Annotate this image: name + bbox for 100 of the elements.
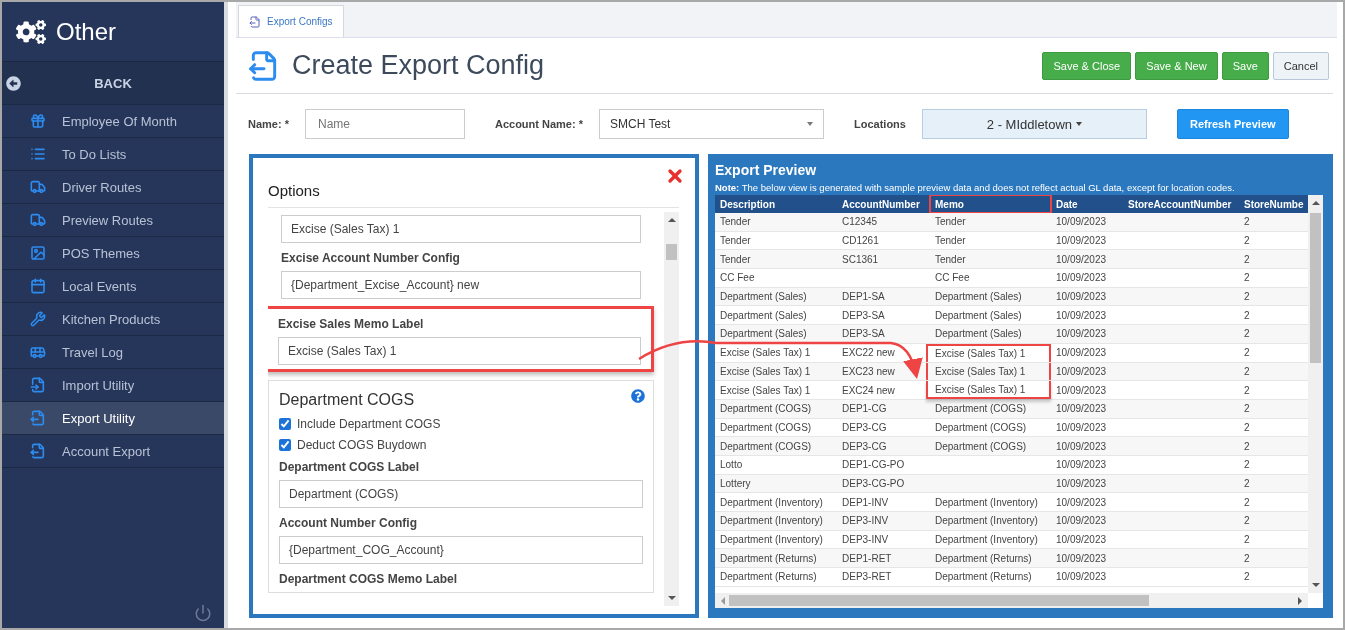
table-cell-text: 2 bbox=[1243, 290, 1251, 305]
checkbox-label[interactable]: Include Department COGS bbox=[279, 417, 643, 431]
checkbox-label[interactable]: Deduct COGS Buydown bbox=[279, 438, 643, 452]
sidebar-item-icon bbox=[30, 113, 46, 129]
sidebar-item[interactable]: Employee Of Month bbox=[2, 105, 224, 138]
locations-dropdown[interactable]: 2 - MIddletown bbox=[921, 109, 1147, 139]
table-cell-text: EXC22 new bbox=[841, 346, 896, 361]
sidebar-item[interactable]: Account Export bbox=[2, 435, 224, 468]
text-field[interactable]: {Department_Excise_Account} new bbox=[281, 271, 641, 299]
sidebar-item-icon bbox=[30, 410, 46, 426]
sidebar-item-icon bbox=[30, 443, 46, 459]
table-cell-text: Department (Sales) bbox=[934, 327, 1023, 342]
table-cell-text: Department (COGS) bbox=[719, 402, 813, 417]
card-title: Department COGS bbox=[279, 391, 415, 409]
checkbox[interactable] bbox=[279, 418, 291, 430]
sidebar-item[interactable]: Preview Routes bbox=[2, 204, 224, 237]
table-cell-text: Lottery bbox=[719, 476, 752, 491]
table-cell-text: DEP3-RET bbox=[841, 570, 893, 585]
table-cell-text: 10/09/2023 bbox=[1055, 308, 1108, 323]
table-cell-text: 10/09/2023 bbox=[1055, 514, 1108, 529]
table-cell-text: Department (Returns) bbox=[719, 551, 818, 566]
sidebar-item[interactable]: Export Utility bbox=[2, 402, 224, 435]
table-cell-text: CC Fee bbox=[934, 271, 971, 286]
text-field[interactable]: {Department_COG_Account} bbox=[279, 536, 643, 564]
column-header: Description bbox=[719, 197, 776, 212]
scrollbar[interactable] bbox=[664, 212, 679, 606]
table-cell-text: 10/09/2023 bbox=[1055, 383, 1108, 398]
table-cell-text: 2 bbox=[1243, 551, 1251, 566]
table-cell-text: CC Fee bbox=[719, 271, 756, 286]
table-cell-text: 10/09/2023 bbox=[1055, 551, 1108, 566]
table-cell-text: Tender bbox=[719, 234, 752, 249]
checkbox[interactable] bbox=[279, 439, 291, 451]
table-cell-text: 10/09/2023 bbox=[1055, 327, 1108, 342]
table-cell: Excise (Sales Tax) 1 bbox=[926, 343, 1051, 362]
sidebar-item-icon bbox=[30, 377, 46, 393]
table-cell-text: 2 bbox=[1243, 570, 1251, 585]
table-cell-text: Department (Inventory) bbox=[934, 495, 1039, 510]
sidebar-item[interactable]: POS Themes bbox=[2, 237, 224, 270]
table-cell-text: 2 bbox=[1243, 533, 1251, 548]
table-cell-text: 10/09/2023 bbox=[1055, 346, 1108, 361]
field-label: Locations bbox=[854, 118, 906, 130]
table-cell-text: Department (Sales) bbox=[934, 290, 1023, 305]
table-cell-text: 2 bbox=[1243, 308, 1251, 323]
table-cell-text: Department (Sales) bbox=[719, 308, 808, 323]
table-cell-text: 2 bbox=[1243, 514, 1251, 529]
back-arrow-icon bbox=[6, 75, 21, 91]
table-cell-text: Tender bbox=[934, 234, 967, 249]
table-cell-text: 10/09/2023 bbox=[1055, 495, 1108, 510]
sidebar-item[interactable]: Travel Log bbox=[2, 336, 224, 369]
column-header: StoreNumbe bbox=[1243, 197, 1305, 212]
text-field[interactable]: Excise (Sales Tax) 1 bbox=[281, 215, 641, 243]
table-cell-text: Department (Sales) bbox=[719, 290, 808, 305]
table-cell-text: EXC23 new bbox=[841, 364, 896, 379]
table-cell-text: 2 bbox=[1243, 364, 1251, 379]
field-label: Account Name: * bbox=[494, 118, 583, 130]
sidebar-item[interactable]: Kitchen Products bbox=[2, 303, 224, 336]
table-cell-text: CD1261 bbox=[841, 234, 880, 249]
table-cell-text: DEP1-CG-PO bbox=[841, 458, 906, 473]
table-cell-text: 2 bbox=[1243, 458, 1251, 473]
table-cell-text: 2 bbox=[1243, 420, 1251, 435]
help-icon[interactable] bbox=[631, 389, 645, 403]
text-field[interactable]: Department (COGS) bbox=[279, 480, 643, 508]
account-select[interactable]: SMCH Test bbox=[599, 109, 824, 139]
table-cell-text: DEP3-SA bbox=[841, 308, 886, 323]
tab[interactable]: Export Configs bbox=[238, 5, 344, 37]
table-cell-text: Department (COGS) bbox=[719, 439, 813, 454]
field-label: Excise Sales Memo Label bbox=[278, 317, 425, 331]
sidebar-item-icon bbox=[30, 146, 46, 162]
close-icon[interactable] bbox=[665, 166, 685, 186]
table-cell-text: Department (Inventory) bbox=[934, 533, 1039, 548]
table-cell-text: 10/09/2023 bbox=[1055, 570, 1108, 585]
sidebar-item[interactable]: To Do Lists bbox=[2, 138, 224, 171]
table-cell-text: Department (Returns) bbox=[934, 570, 1033, 585]
table-cell-text: Department (Sales) bbox=[934, 308, 1023, 323]
sidebar-item[interactable]: Local Events bbox=[2, 270, 224, 303]
name-field[interactable]: Name bbox=[304, 109, 465, 139]
table-cell-text: DEP3-CG bbox=[841, 439, 888, 454]
table-cell-text: 2 bbox=[1243, 495, 1251, 510]
table-cell-text: Tender bbox=[719, 215, 752, 230]
power-icon[interactable] bbox=[194, 604, 212, 622]
table-cell-text: Department (Returns) bbox=[934, 551, 1033, 566]
back-button[interactable]: BACK bbox=[2, 62, 224, 104]
table-cell-text: 10/09/2023 bbox=[1055, 364, 1108, 379]
table-cell-text: DEP1-CG bbox=[841, 402, 888, 417]
text-field[interactable]: Excise (Sales Tax) 1 bbox=[278, 337, 641, 365]
field-label: Name: * bbox=[248, 118, 289, 130]
table-cell-text: Department (Inventory) bbox=[719, 495, 824, 510]
table-cell-text: Excise (Sales Tax) 1 bbox=[719, 383, 812, 398]
action-button[interactable]: Cancel bbox=[1272, 51, 1329, 80]
table-cell-text: 2 bbox=[1243, 383, 1251, 398]
field-label: Department COGS Memo Label bbox=[279, 572, 459, 586]
scrollbar[interactable] bbox=[1308, 195, 1323, 593]
panel-title: Options bbox=[268, 182, 320, 199]
table-cell-text: Department (Inventory) bbox=[934, 514, 1039, 529]
table-cell-text: DEP3-CG-PO bbox=[841, 476, 906, 491]
field-label: Account Number Config bbox=[279, 516, 418, 530]
column-header: AccountNumber bbox=[841, 197, 921, 212]
sidebar-item[interactable]: Driver Routes bbox=[2, 171, 224, 204]
horizontal-scrollbar[interactable] bbox=[715, 593, 1308, 608]
column-header: StoreAccountNumber bbox=[1127, 197, 1233, 212]
